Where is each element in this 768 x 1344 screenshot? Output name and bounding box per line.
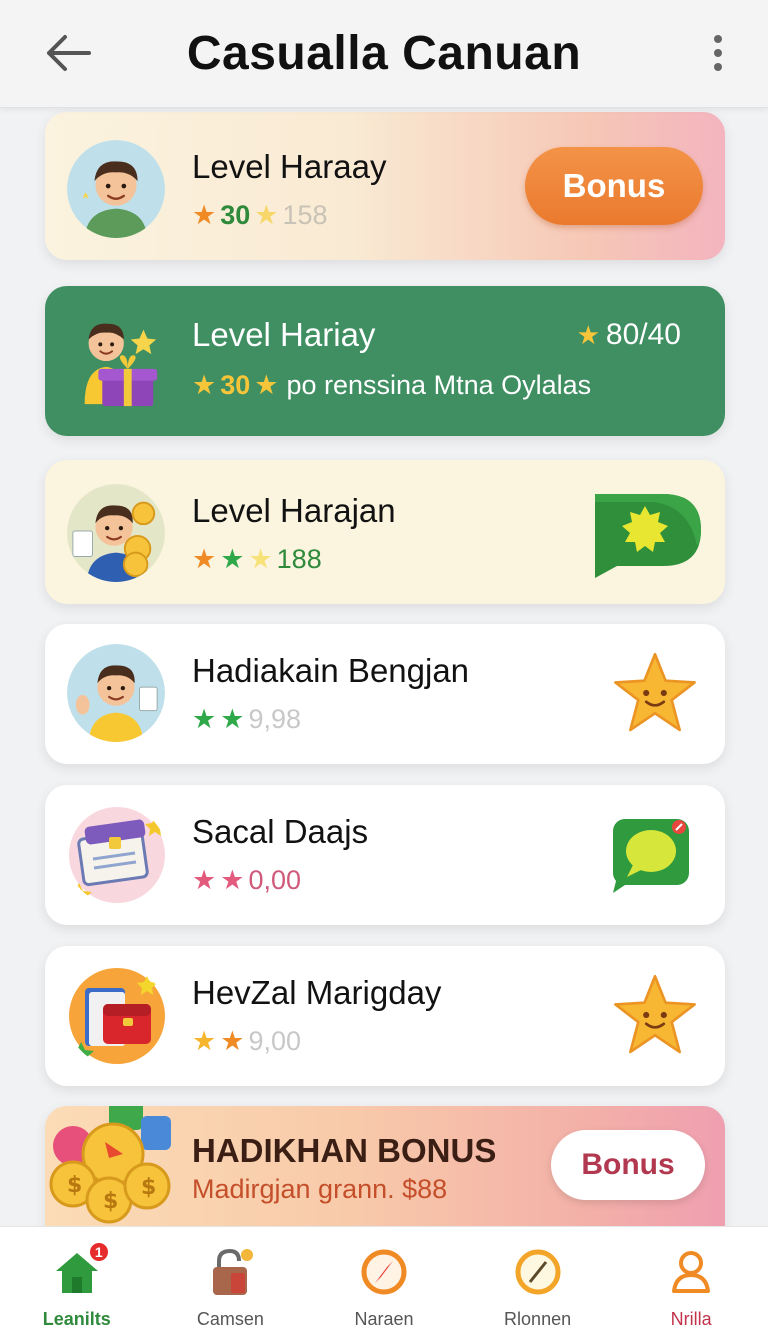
- nav-item-home[interactable]: 1 Leanilts: [0, 1227, 154, 1344]
- app-header: Casualla Canuan: [0, 0, 768, 108]
- star-icon: ★: [192, 544, 217, 574]
- star-icon: ★: [254, 200, 279, 230]
- promo-subtitle: Madirgjan grann. $88: [192, 1174, 448, 1204]
- compass-icon: [359, 1247, 409, 1297]
- coin-stack-icon: $ $ $: [45, 1106, 183, 1226]
- promo-bonus-card[interactable]: $ $ $ HADIKHAN BONUS Madirgjan grann. $8…: [45, 1106, 725, 1226]
- star-icon: ★: [220, 1026, 245, 1056]
- page-title: Casualla Canuan: [186, 27, 582, 80]
- book-chest-icon: [67, 805, 167, 905]
- level-stats: ★ ★ 9,98: [192, 704, 301, 735]
- star-icon: ★: [192, 370, 217, 400]
- stat-value: 9,00: [248, 1026, 301, 1056]
- nav-label: Leanilts: [42, 1309, 111, 1329]
- home-icon: 1: [52, 1241, 110, 1297]
- stat-primary: 30: [220, 200, 251, 230]
- star-icon: ★: [254, 370, 279, 400]
- star-icon: ★: [248, 544, 273, 574]
- level-card[interactable]: Hadiakain Bengjan ★ ★ 9,98: [45, 624, 725, 764]
- stat-primary: 30: [220, 370, 251, 400]
- nav-label: Rlonnen: [504, 1309, 572, 1329]
- star-icon: ★: [220, 704, 245, 734]
- nav-item-naraen[interactable]: Naraen: [307, 1227, 461, 1344]
- level-name: Level Hariay: [192, 316, 376, 353]
- nav-item-nrilla[interactable]: Nrilla: [614, 1227, 768, 1344]
- level-stats: ★ ★ 9,00: [192, 1026, 301, 1057]
- wallet-book-icon: [67, 966, 167, 1066]
- stat-value: 0,00: [248, 865, 301, 895]
- avatar-waving: [67, 644, 165, 742]
- more-vertical-icon: [714, 35, 722, 43]
- level-card[interactable]: Sacal Daajs ★ ★ 0,00: [45, 785, 725, 925]
- level-card[interactable]: Level Haraay ★ 30 ★ 158 Bonus: [45, 112, 725, 260]
- star-icon: ★: [192, 704, 217, 734]
- avatar: [67, 140, 165, 238]
- lock-icon: [205, 1247, 255, 1297]
- star-icon: ★: [220, 544, 245, 574]
- smiling-star-icon[interactable]: [611, 650, 699, 736]
- more-menu-button[interactable]: [706, 30, 730, 76]
- smiling-star-icon[interactable]: [611, 972, 699, 1058]
- level-progress: ★ 80/40: [577, 318, 681, 352]
- nav-label: Naraen: [354, 1309, 414, 1329]
- menu-dot: [714, 63, 722, 71]
- nav-item-rlonnen[interactable]: Rlonnen: [461, 1227, 615, 1344]
- profile-icon: [666, 1247, 716, 1297]
- progress-value: 80/40: [605, 318, 681, 351]
- nav-label: Nrilla: [670, 1309, 712, 1329]
- level-stats: ★ 30 ★ 158: [192, 200, 328, 231]
- promo-title: HADIKHAN BONUS: [192, 1132, 497, 1169]
- level-card[interactable]: HevZal Marigday ★ ★ 9,00: [45, 946, 725, 1086]
- level-card-highlighted[interactable]: Level Hariay ★ 80/40 ★ 30 ★ po renssina …: [45, 286, 725, 436]
- level-stats: ★ ★ ★ 188: [192, 544, 322, 575]
- promo-bonus-button[interactable]: Bonus: [551, 1130, 705, 1200]
- bottom-navigation: 1 Leanilts Camsen Naraen Rlonnen Nrilla: [0, 1226, 768, 1344]
- menu-dot: [714, 49, 722, 57]
- bonus-button[interactable]: Bonus: [525, 147, 703, 225]
- level-name: Level Haraay: [192, 148, 387, 185]
- notification-badge: 1: [87, 1241, 110, 1263]
- nav-item-camsen[interactable]: Camsen: [154, 1227, 308, 1344]
- avatar-with-gift: [67, 314, 165, 412]
- svg-text:$: $: [103, 1189, 118, 1214]
- level-stats: ★ 30 ★ po renssina Mtna Oylalas: [192, 370, 591, 401]
- star-icon: ★: [192, 1026, 217, 1056]
- star-icon: ★: [192, 200, 217, 230]
- svg-text:$: $: [141, 1175, 156, 1200]
- level-stats: ★ ★ 0,00: [192, 865, 301, 896]
- stat-value: 9,98: [248, 704, 301, 734]
- stat-secondary: 158: [282, 200, 328, 230]
- level-list: Level Haraay ★ 30 ★ 158 Bonus Level Hari…: [0, 108, 768, 1226]
- star-icon: ★: [192, 865, 217, 895]
- level-name: Hadiakain Bengjan: [192, 652, 470, 689]
- compass-icon: [513, 1247, 563, 1297]
- level-name: HevZal Marigday: [192, 974, 442, 1011]
- level-name: Sacal Daajs: [192, 813, 369, 850]
- level-name: Level Harajan: [192, 492, 396, 529]
- star-icon: ★: [220, 865, 245, 895]
- avatar-with-coins: [67, 484, 165, 582]
- svg-text:$: $: [67, 1173, 82, 1198]
- green-chat-bubble-icon[interactable]: [609, 815, 693, 895]
- nav-label: Camsen: [196, 1309, 264, 1329]
- green-chat-badge-icon[interactable]: [593, 490, 703, 580]
- star-icon: ★: [576, 319, 600, 350]
- stat-value: 188: [276, 544, 322, 574]
- level-card[interactable]: Level Harajan ★ ★ ★ 188: [45, 460, 725, 604]
- level-subtitle: po renssina Mtna Oylalas: [286, 370, 592, 400]
